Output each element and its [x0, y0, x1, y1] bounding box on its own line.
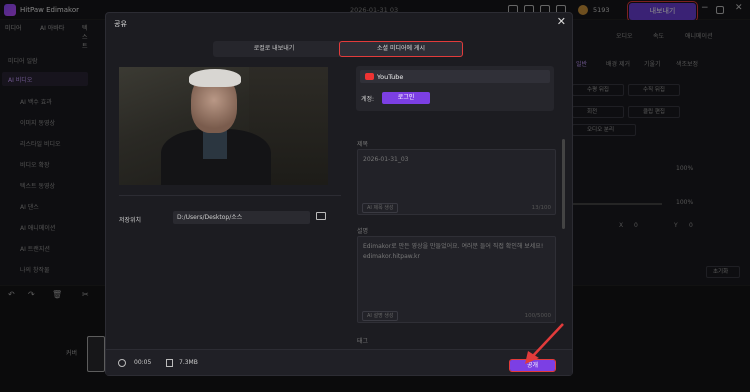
description-value: Edimakor로 만든 영상을 만들었어요. 여러분 들어 직접 확인해 보세… [363, 243, 544, 260]
folder-icon[interactable] [316, 212, 326, 220]
tab-local-export[interactable]: 로컬로 내보내기 [213, 41, 335, 57]
share-dialog: 공유 ✕ 로컬로 내보내기 소셜 미디어에 게시 저장위치 D:/Users/D… [105, 12, 573, 376]
save-location-label: 저장위치 [119, 217, 142, 224]
platform-selector[interactable]: YouTube [360, 70, 550, 83]
annotation-arrow-icon [525, 323, 564, 364]
description-label: 설명 [357, 228, 369, 235]
save-path-input[interactable]: D:/Users/Desktop/소스 [173, 211, 310, 224]
dialog-footer: 00:05 7.3MB 공개 [106, 349, 572, 375]
account-label: 계정: [361, 96, 375, 103]
youtube-icon [365, 73, 374, 80]
tab-social-media[interactable]: 소셜 미디어에 게시 [339, 41, 463, 57]
description-field[interactable]: Edimakor로 만든 영상을 만들었어요. 여러분 들어 직접 확인해 보세… [357, 236, 556, 323]
ai-title-button[interactable]: AI 제목 생성 [362, 203, 399, 213]
share-tabs: 로컬로 내보내기 소셜 미디어에 게시 [213, 41, 463, 57]
login-button[interactable]: 로그인 [382, 92, 430, 104]
platform-box: YouTube 계정: 로그인 [356, 66, 554, 111]
ai-description-button[interactable]: AI 설명 생성 [362, 311, 399, 321]
clock-icon [118, 359, 126, 367]
video-preview [119, 67, 328, 185]
title-label: 제목 [357, 141, 369, 148]
title-field[interactable]: 2026-01-31_03 AI 제목 생성 13/100 [357, 149, 556, 215]
form-scrollbar[interactable] [562, 139, 565, 229]
platform-name: YouTube [377, 73, 404, 81]
title-count: 13/100 [531, 205, 551, 211]
title-value: 2026-01-31_03 [363, 156, 409, 163]
tag-label: 태그 [357, 338, 369, 345]
file-icon [166, 359, 173, 367]
dialog-title: 공유 [114, 20, 127, 28]
video-duration: 00:05 [134, 359, 152, 366]
file-size: 7.3MB [179, 359, 198, 366]
close-icon[interactable]: ✕ [557, 15, 566, 28]
